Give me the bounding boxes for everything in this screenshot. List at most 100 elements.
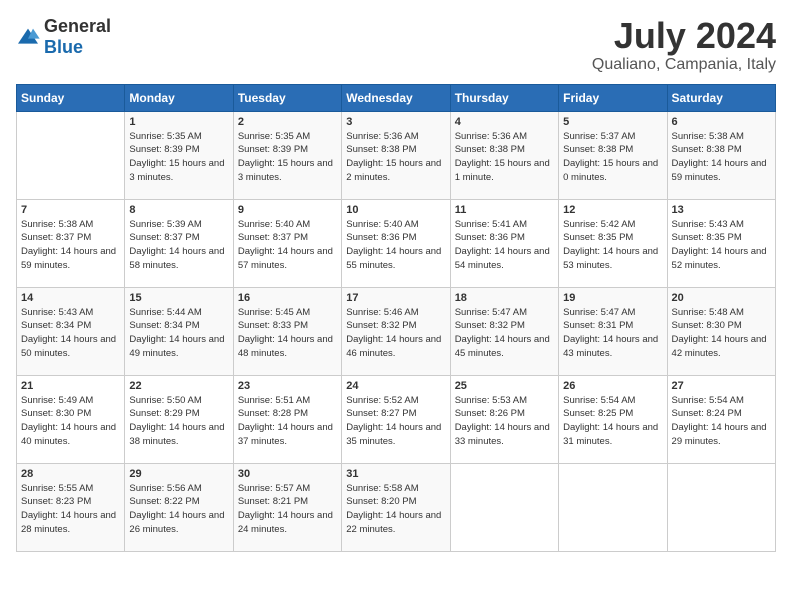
cell-info: Sunrise: 5:35 AMSunset: 8:39 PMDaylight:… xyxy=(129,131,224,183)
cell-info: Sunrise: 5:54 AMSunset: 8:24 PMDaylight:… xyxy=(672,395,767,447)
calendar-cell: 26 Sunrise: 5:54 AMSunset: 8:25 PMDayligh… xyxy=(559,375,667,463)
day-number: 10 xyxy=(346,204,445,216)
day-number: 12 xyxy=(563,204,662,216)
calendar-cell xyxy=(17,111,125,199)
calendar-cell: 19Sunrise: 5:47 AMSunset: 8:31 PMDayligh… xyxy=(559,287,667,375)
day-number: 22 xyxy=(129,380,228,392)
calendar-cell: 28Sunrise: 5:55 AMSunset: 8:23 PMDayligh… xyxy=(17,463,125,551)
cell-info: Sunrise: 5:40 AMSunset: 8:37 PMDaylight:… xyxy=(238,219,333,271)
calendar-table: SundayMondayTuesdayWednesdayThursdayFrid… xyxy=(16,84,776,552)
calendar-cell: 17Sunrise: 5:46 AMSunset: 8:32 PMDayligh… xyxy=(342,287,450,375)
header: General Blue July 2024 Qualiano, Campani… xyxy=(16,16,776,74)
calendar-cell: 13Sunrise: 5:43 AMSunset: 8:35 PMDayligh… xyxy=(667,199,775,287)
cell-info: Sunrise: 5:56 AMSunset: 8:22 PMDaylight:… xyxy=(129,483,224,535)
day-number: 6 xyxy=(672,116,771,128)
cell-info: Sunrise: 5:47 AMSunset: 8:32 PMDaylight:… xyxy=(455,307,550,359)
day-number: 27 xyxy=(672,380,771,392)
calendar-cell: 7Sunrise: 5:38 AMSunset: 8:37 PMDaylight… xyxy=(17,199,125,287)
day-number: 20 xyxy=(672,292,771,304)
cell-info: Sunrise: 5:43 AMSunset: 8:34 PMDaylight:… xyxy=(21,307,116,359)
day-header-thursday: Thursday xyxy=(450,84,558,111)
logo: General Blue xyxy=(16,16,111,58)
week-row-3: 14Sunrise: 5:43 AMSunset: 8:34 PMDayligh… xyxy=(17,287,776,375)
calendar-cell: 16Sunrise: 5:45 AMSunset: 8:33 PMDayligh… xyxy=(233,287,341,375)
day-number: 3 xyxy=(346,116,445,128)
month-title: July 2024 xyxy=(592,16,776,56)
day-number: 2 xyxy=(238,116,337,128)
calendar-cell xyxy=(450,463,558,551)
calendar-cell: 6Sunrise: 5:38 AMSunset: 8:38 PMDaylight… xyxy=(667,111,775,199)
calendar-cell: 21 Sunrise: 5:49 AMSunset: 8:30 PMDayligh… xyxy=(17,375,125,463)
day-number: 21 xyxy=(21,380,120,392)
cell-info: Sunrise: 5:42 AMSunset: 8:35 PMDaylight:… xyxy=(563,219,658,271)
cell-info: Sunrise: 5:54 AMSunset: 8:25 PMDaylight:… xyxy=(563,395,658,447)
day-number: 5 xyxy=(563,116,662,128)
calendar-header-row: SundayMondayTuesdayWednesdayThursdayFrid… xyxy=(17,84,776,111)
calendar-cell: 25 Sunrise: 5:53 AMSunset: 8:26 PMDayligh… xyxy=(450,375,558,463)
day-number: 4 xyxy=(455,116,554,128)
day-number: 18 xyxy=(455,292,554,304)
day-number: 1 xyxy=(129,116,228,128)
day-number: 9 xyxy=(238,204,337,216)
cell-info: Sunrise: 5:38 AMSunset: 8:37 PMDaylight:… xyxy=(21,219,116,271)
calendar-cell: 24 Sunrise: 5:52 AMSunset: 8:27 PMDayligh… xyxy=(342,375,450,463)
week-row-5: 28Sunrise: 5:55 AMSunset: 8:23 PMDayligh… xyxy=(17,463,776,551)
cell-info: Sunrise: 5:36 AMSunset: 8:38 PMDaylight:… xyxy=(346,131,441,183)
cell-info: Sunrise: 5:48 AMSunset: 8:30 PMDaylight:… xyxy=(672,307,767,359)
calendar-cell: 14Sunrise: 5:43 AMSunset: 8:34 PMDayligh… xyxy=(17,287,125,375)
cell-info: Sunrise: 5:51 AMSunset: 8:28 PMDaylight:… xyxy=(238,395,333,447)
calendar-cell: 23 Sunrise: 5:51 AMSunset: 8:28 PMDayligh… xyxy=(233,375,341,463)
cell-info: Sunrise: 5:55 AMSunset: 8:23 PMDaylight:… xyxy=(21,483,116,535)
cell-info: Sunrise: 5:52 AMSunset: 8:27 PMDaylight:… xyxy=(346,395,441,447)
cell-info: Sunrise: 5:45 AMSunset: 8:33 PMDaylight:… xyxy=(238,307,333,359)
calendar-body: 1 Sunrise: 5:35 AMSunset: 8:39 PMDaylight… xyxy=(17,111,776,551)
day-number: 26 xyxy=(563,380,662,392)
cell-info: Sunrise: 5:57 AMSunset: 8:21 PMDaylight:… xyxy=(238,483,333,535)
calendar-cell: 3 Sunrise: 5:36 AMSunset: 8:38 PMDaylight… xyxy=(342,111,450,199)
calendar-cell xyxy=(667,463,775,551)
calendar-cell: 22 Sunrise: 5:50 AMSunset: 8:29 PMDayligh… xyxy=(125,375,233,463)
logo-blue-text: Blue xyxy=(44,37,83,57)
cell-info: Sunrise: 5:40 AMSunset: 8:36 PMDaylight:… xyxy=(346,219,441,271)
day-number: 11 xyxy=(455,204,554,216)
day-number: 31 xyxy=(346,468,445,480)
title-area: July 2024 Qualiano, Campania, Italy xyxy=(592,16,776,74)
day-number: 30 xyxy=(238,468,337,480)
day-number: 25 xyxy=(455,380,554,392)
day-header-monday: Monday xyxy=(125,84,233,111)
day-number: 13 xyxy=(672,204,771,216)
week-row-4: 21 Sunrise: 5:49 AMSunset: 8:30 PMDayligh… xyxy=(17,375,776,463)
cell-info: Sunrise: 5:53 AMSunset: 8:26 PMDaylight:… xyxy=(455,395,550,447)
calendar-cell: 31Sunrise: 5:58 AMSunset: 8:20 PMDayligh… xyxy=(342,463,450,551)
calendar-cell: 12 Sunrise: 5:42 AMSunset: 8:35 PMDayligh… xyxy=(559,199,667,287)
cell-info: Sunrise: 5:46 AMSunset: 8:32 PMDaylight:… xyxy=(346,307,441,359)
calendar-cell: 18 Sunrise: 5:47 AMSunset: 8:32 PMDayligh… xyxy=(450,287,558,375)
day-number: 19 xyxy=(563,292,662,304)
calendar-cell: 2Sunrise: 5:35 AMSunset: 8:39 PMDaylight… xyxy=(233,111,341,199)
cell-info: Sunrise: 5:49 AMSunset: 8:30 PMDaylight:… xyxy=(21,395,116,447)
calendar-cell: 5Sunrise: 5:37 AMSunset: 8:38 PMDaylight… xyxy=(559,111,667,199)
day-header-sunday: Sunday xyxy=(17,84,125,111)
calendar-cell: 10 Sunrise: 5:40 AMSunset: 8:36 PMDayligh… xyxy=(342,199,450,287)
calendar-cell: 29 Sunrise: 5:56 AMSunset: 8:22 PMDayligh… xyxy=(125,463,233,551)
day-header-wednesday: Wednesday xyxy=(342,84,450,111)
day-number: 23 xyxy=(238,380,337,392)
day-number: 29 xyxy=(129,468,228,480)
day-number: 24 xyxy=(346,380,445,392)
logo-icon xyxy=(16,27,40,47)
calendar-cell xyxy=(559,463,667,551)
cell-info: Sunrise: 5:44 AMSunset: 8:34 PMDaylight:… xyxy=(129,307,224,359)
day-number: 8 xyxy=(129,204,228,216)
week-row-2: 7Sunrise: 5:38 AMSunset: 8:37 PMDaylight… xyxy=(17,199,776,287)
logo-general-text: General xyxy=(44,16,111,36)
calendar-cell: 8Sunrise: 5:39 AMSunset: 8:37 PMDaylight… xyxy=(125,199,233,287)
cell-info: Sunrise: 5:50 AMSunset: 8:29 PMDaylight:… xyxy=(129,395,224,447)
calendar-cell: 9 Sunrise: 5:40 AMSunset: 8:37 PMDaylight… xyxy=(233,199,341,287)
cell-info: Sunrise: 5:36 AMSunset: 8:38 PMDaylight:… xyxy=(455,131,550,183)
week-row-1: 1 Sunrise: 5:35 AMSunset: 8:39 PMDaylight… xyxy=(17,111,776,199)
cell-info: Sunrise: 5:41 AMSunset: 8:36 PMDaylight:… xyxy=(455,219,550,271)
calendar-cell: 1 Sunrise: 5:35 AMSunset: 8:39 PMDaylight… xyxy=(125,111,233,199)
location-title: Qualiano, Campania, Italy xyxy=(592,56,776,74)
day-header-saturday: Saturday xyxy=(667,84,775,111)
calendar-cell: 15Sunrise: 5:44 AMSunset: 8:34 PMDayligh… xyxy=(125,287,233,375)
